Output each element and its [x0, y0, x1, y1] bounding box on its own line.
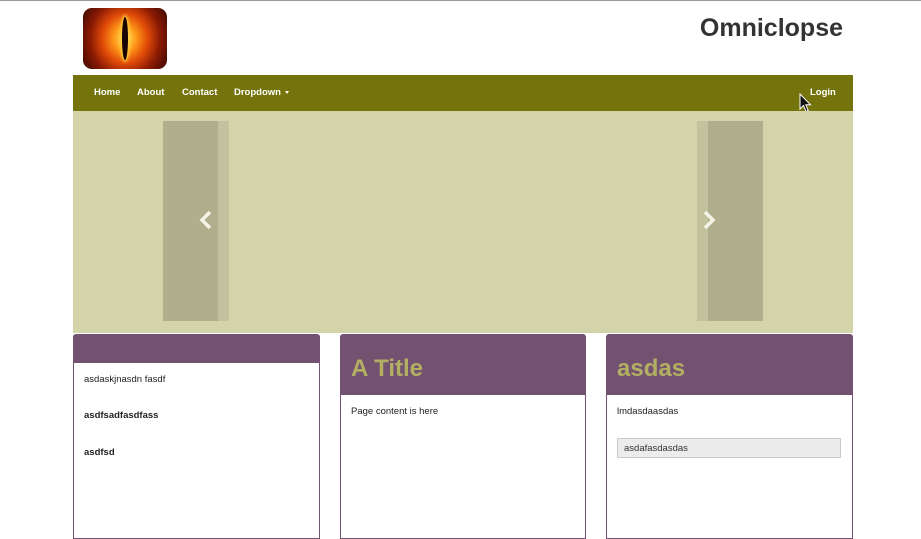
carousel-prev-button[interactable] [163, 121, 229, 321]
panel-left-line-1: asdaskjnasdn fasdf [84, 374, 166, 385]
panel-right-input[interactable] [617, 438, 841, 458]
navbar: Home About Contact Dropdown Login [73, 75, 853, 111]
carousel-next-button[interactable] [697, 121, 763, 321]
panel-middle-text: Page content is here [351, 406, 439, 417]
panel-middle-title: A Title [351, 355, 424, 382]
eye-pupil [122, 17, 128, 60]
panel-middle-body: Page content is here [341, 395, 585, 417]
nav-about-link[interactable]: About [137, 75, 164, 111]
panel-left-header [74, 335, 319, 363]
panel-middle: A Title Page content is here [340, 334, 586, 539]
site-logo[interactable] [83, 8, 167, 69]
nav-dropdown-label: Dropdown [234, 87, 281, 98]
chevron-left-icon [199, 210, 212, 230]
nav-login-link[interactable]: Login [810, 75, 836, 111]
panel-right-body: lmdasdaasdas [607, 395, 852, 458]
panel-middle-header: A Title [341, 335, 585, 395]
nav-dropdown-toggle[interactable]: Dropdown [234, 75, 289, 111]
nav-contact-link[interactable]: Contact [182, 75, 217, 111]
panel-left: asdaskjnasdn fasdf asdfsadfasdfass asdfs… [73, 334, 320, 539]
panel-right-title: asdas [617, 355, 686, 382]
brand-title: Omniclopse [699, 14, 843, 42]
caret-down-icon [284, 90, 289, 94]
panel-left-line-2: asdfsadfasdfass [84, 410, 159, 421]
chevron-right-icon [703, 210, 716, 230]
nav-home-link[interactable]: Home [94, 75, 120, 111]
panel-right: asdas lmdasdaasdas [606, 334, 853, 539]
panel-right-header: asdas [607, 335, 852, 395]
panel-left-line-3: asdfsd [84, 447, 115, 458]
panel-left-body: asdaskjnasdn fasdf asdfsadfasdfass asdfs… [74, 363, 319, 458]
panel-right-text: lmdasdaasdas [617, 406, 679, 417]
carousel-prev-edge [218, 121, 229, 321]
mouse-cursor-icon [799, 93, 812, 113]
carousel [73, 111, 853, 333]
